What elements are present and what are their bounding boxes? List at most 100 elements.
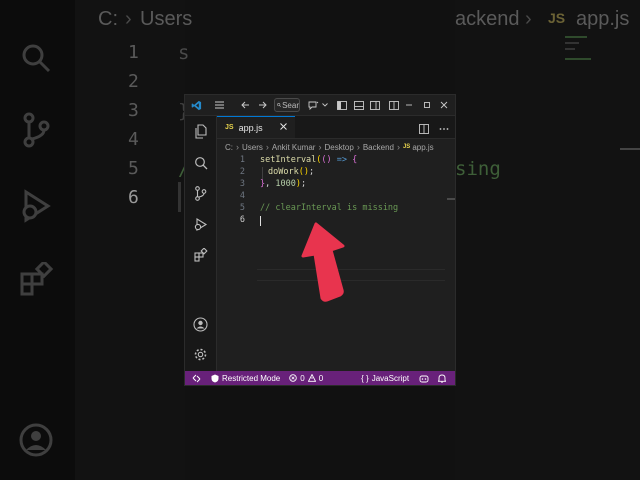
background-minimap-line	[565, 36, 587, 38]
token-function: doWork	[268, 167, 299, 177]
breadcrumb-item[interactable]: C:	[225, 143, 233, 152]
background-code-fragment: s	[178, 42, 190, 64]
token-function: setInterval	[260, 155, 317, 165]
background-account-icon	[19, 423, 53, 457]
warning-icon	[307, 374, 316, 382]
indent-guide	[262, 167, 263, 179]
background-path-root: C:	[98, 8, 118, 30]
code-line-2: doWork();	[268, 167, 314, 177]
copilot-chat-icon[interactable]	[306, 97, 320, 113]
token-args: ()	[298, 167, 309, 177]
problems-indicator[interactable]: 0 0	[289, 374, 323, 383]
editor-scrollbar[interactable]	[447, 155, 455, 371]
more-actions-icon[interactable]	[439, 121, 449, 139]
background-right-panel	[455, 0, 640, 480]
background-line-number-current: 6	[128, 187, 139, 208]
error-count: 0	[300, 373, 305, 383]
breadcrumb-item[interactable]: Users	[242, 143, 263, 152]
line-number: 3	[239, 179, 245, 189]
account-icon[interactable]	[192, 316, 209, 333]
line-number: 1	[239, 155, 245, 165]
text-cursor	[260, 216, 261, 226]
forward-arrow-icon[interactable]	[256, 97, 268, 113]
background-file-name: app.js	[576, 8, 630, 30]
background-minimap-line	[565, 58, 591, 60]
current-line-highlight	[257, 269, 445, 281]
breadcrumb-item[interactable]: Backend	[363, 143, 394, 152]
background-minimap-line	[565, 42, 579, 44]
background-path-separator-2: ›	[525, 8, 532, 30]
warning-count: 0	[318, 373, 324, 383]
toggle-secondary-sidebar-icon[interactable]	[369, 97, 381, 113]
restore-icon[interactable]	[421, 97, 433, 113]
annotation-arrow-icon	[301, 222, 345, 302]
remote-icon	[192, 374, 200, 382]
token-semicolon: ;	[308, 167, 315, 177]
background-line-number: 2	[128, 71, 139, 92]
close-icon[interactable]	[280, 121, 287, 133]
background-path-users: Users	[140, 8, 193, 30]
close-window-icon[interactable]	[438, 97, 450, 113]
notifications-bell-icon[interactable]	[438, 374, 447, 383]
toggle-panel-icon[interactable]	[353, 97, 365, 113]
toggle-primary-sidebar-icon[interactable]	[336, 97, 348, 113]
breadcrumb-item[interactable]: Desktop	[324, 143, 353, 152]
background-path-separator: ›	[125, 8, 132, 30]
source-control-icon[interactable]	[192, 185, 209, 202]
run-debug-icon[interactable]	[192, 216, 209, 233]
background-search-icon	[22, 44, 51, 73]
background-source-control-icon	[23, 112, 50, 148]
menu-icon[interactable]	[213, 97, 225, 113]
scrollbar-marker	[447, 198, 455, 200]
restricted-mode-label: Restricted Mode	[222, 373, 281, 383]
chevron-right-icon: ›	[396, 142, 400, 152]
extensions-icon[interactable]	[192, 246, 209, 263]
chevron-right-icon: ›	[356, 142, 360, 152]
code-line-1: setInterval(() => {	[260, 155, 357, 165]
breadcrumb-item[interactable]: app.js	[412, 143, 433, 152]
chevron-down-icon[interactable]	[321, 97, 329, 113]
activity-bar	[185, 116, 217, 371]
line-number: 4	[239, 191, 245, 201]
explorer-icon[interactable]	[192, 123, 209, 140]
chevron-right-icon: ›	[236, 142, 239, 152]
braces-icon: { }	[361, 373, 369, 383]
restricted-mode-indicator[interactable]: Restricted Mode	[211, 374, 280, 383]
remote-indicator[interactable]	[185, 371, 207, 385]
line-number-current: 6	[239, 215, 245, 225]
code-line-5-comment: // clearInterval is missing	[260, 203, 399, 213]
background-scroll-marker	[620, 148, 640, 150]
token-brace: {	[352, 155, 358, 165]
token-semicolon: ;	[300, 179, 307, 189]
copilot-status-icon[interactable]	[419, 374, 429, 383]
breadcrumb-item[interactable]: Ankit Kumar	[272, 143, 316, 152]
chevron-right-icon: ›	[265, 142, 269, 152]
tab-label: app.js	[238, 122, 263, 133]
editor-tabs: JS app.js	[217, 116, 455, 139]
background-line-number: 1	[128, 42, 139, 63]
search-icon	[277, 103, 282, 107]
status-bar: Restricted Mode 0 0 { } JavaScript	[185, 371, 455, 385]
error-icon	[289, 374, 297, 382]
back-arrow-icon[interactable]	[239, 97, 251, 113]
background-run-debug-icon	[22, 189, 51, 223]
chevron-right-icon: ›	[318, 142, 322, 152]
minimize-icon[interactable]	[403, 97, 415, 113]
tab-app-js[interactable]: JS app.js	[217, 116, 295, 138]
background-line-number: 5	[128, 158, 139, 179]
line-number: 2	[239, 167, 245, 177]
split-editor-icon[interactable]	[419, 121, 429, 139]
token-params: ()	[321, 155, 332, 165]
title-bar: Sear	[185, 95, 455, 116]
shield-icon	[211, 374, 219, 382]
background-line-number: 4	[128, 129, 139, 150]
language-mode-indicator[interactable]: { } JavaScript	[361, 374, 409, 383]
background-line-number: 3	[128, 100, 139, 121]
customize-layout-icon[interactable]	[388, 97, 400, 113]
gear-icon[interactable]	[192, 346, 209, 363]
search-view-icon[interactable]	[192, 154, 209, 171]
background-minimap-line	[565, 48, 575, 50]
background-extensions-icon	[20, 262, 54, 296]
command-center-search[interactable]: Sear	[274, 98, 300, 112]
javascript-file-icon: JS	[402, 144, 411, 150]
